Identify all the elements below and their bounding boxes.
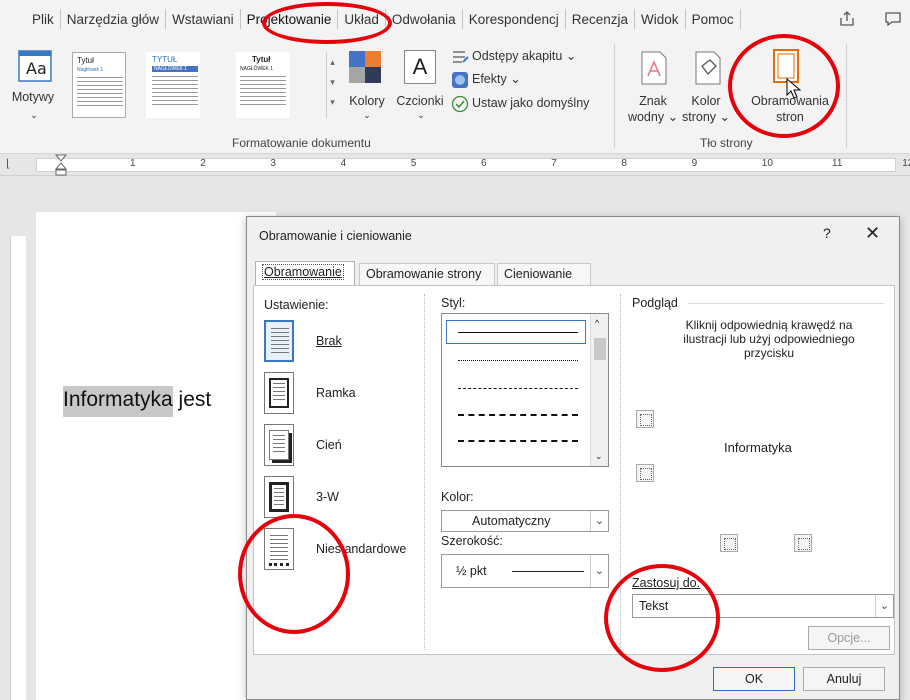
setting-shadow-icon[interactable] <box>264 424 294 466</box>
style-thumb-2[interactable]: TYTUŁ NAGŁÓWEK 1 <box>146 52 200 118</box>
ruler-number: 4 <box>340 158 347 169</box>
ruler-number: 11 <box>832 158 843 169</box>
preview-hint: Kliknij odpowiednią krawędź na ilustracj… <box>683 318 855 360</box>
themes-dropdown-icon[interactable]: ⌄ <box>24 108 44 123</box>
tab-review[interactable]: Recenzja <box>568 12 632 27</box>
tab-view[interactable]: Widok <box>637 12 683 27</box>
setting-3d-icon[interactable] <box>264 476 294 518</box>
tab-insert[interactable]: Wstawiani <box>168 12 238 27</box>
setting-shadow[interactable]: Cień <box>316 438 342 452</box>
themes-label: Motywy <box>11 90 55 104</box>
tab-tools[interactable]: Narzędzia głów <box>63 12 163 27</box>
style-listbox[interactable]: ^ ⌄ <box>441 313 609 467</box>
ruler-number: 3 <box>270 158 276 169</box>
close-button[interactable]: ✕ <box>865 223 880 244</box>
options-button[interactable]: Opcje... <box>808 626 890 650</box>
tab-mailings[interactable]: Korespondencj <box>465 12 563 27</box>
fonts-label[interactable]: Czcionki <box>392 94 448 109</box>
page-color-label-2[interactable]: strony ⌄ <box>676 110 736 125</box>
preview-top-border-button[interactable] <box>636 410 654 428</box>
styles-gallery-scroll[interactable]: ▴ ▾ ▾ <box>326 52 338 118</box>
preview-bottom-border-button[interactable] <box>636 464 654 482</box>
style-scrollbar[interactable]: ^ ⌄ <box>590 314 608 466</box>
document-page[interactable] <box>36 212 276 700</box>
width-combo[interactable]: ½ pkt ⌄ <box>441 554 609 588</box>
ruler-number: 5 <box>410 158 417 169</box>
borders-shading-dialog: Obramowanie i cieniowanie ? ✕ Obramowani… <box>246 216 900 700</box>
ruler-number: 12 <box>902 158 910 169</box>
comment-icon[interactable] <box>884 10 902 28</box>
tab-borders[interactable]: Obramowanie <box>255 261 355 286</box>
horizontal-ruler[interactable]: ⌊ 123456789101112 <box>0 154 910 176</box>
style-thumb-1[interactable]: Tytuł Nagłówek 1 <box>72 52 126 118</box>
watermark-icon[interactable] <box>640 50 668 86</box>
cancel-button[interactable]: Anuluj <box>803 667 885 691</box>
help-button[interactable]: ? <box>823 225 831 241</box>
ruler-number: 10 <box>761 158 773 169</box>
preview-text[interactable]: Informatyka <box>724 440 792 455</box>
effects-button[interactable]: Efekty ⌄ <box>472 72 521 87</box>
tab-shading[interactable]: Cieniowanie <box>497 263 591 285</box>
colors-icon[interactable] <box>348 50 382 84</box>
group-label-page-background: Tło strony <box>700 136 753 150</box>
colors-label[interactable]: Kolory <box>344 94 390 109</box>
tab-references[interactable]: Odwołania <box>388 12 460 27</box>
ok-button[interactable]: OK <box>713 667 795 691</box>
selected-word[interactable]: Informatyka <box>63 386 173 417</box>
page-color-label-1[interactable]: Kolor <box>676 94 736 109</box>
themes-icon[interactable]: Aa <box>18 50 52 82</box>
indent-marker-icon[interactable] <box>54 154 68 176</box>
document-text[interactable]: Informatyka jest <box>63 386 212 417</box>
share-icon[interactable] <box>838 10 856 28</box>
borders-tab-panel: Ustawienie: Brak Ramka Cień 3-W Niestand… <box>253 285 895 655</box>
ruler-number: 7 <box>551 158 557 169</box>
setting-box[interactable]: Ramka <box>316 386 356 400</box>
color-combo[interactable]: Automatyczny ⌄ <box>441 510 609 532</box>
dialog-title: Obramowanie i cieniowanie <box>259 229 412 243</box>
group-label-document-formatting: Formatowanie dokumentu <box>232 136 371 150</box>
style-label: Styl: <box>441 296 466 310</box>
setting-box-icon[interactable] <box>264 372 294 414</box>
ribbon-tab-bar: Plik Narzędzia głów Wstawiani Projektowa… <box>0 0 910 38</box>
checkmark-circle-icon <box>451 95 469 113</box>
annotation-circle-design-tab <box>262 2 392 44</box>
annotation-circle-page-borders <box>728 34 840 138</box>
ruler-number: 2 <box>200 158 206 169</box>
tab-file[interactable]: Plik <box>28 12 58 27</box>
style-thumb-3[interactable]: Tytuł NAGŁÓWEK 1 <box>236 52 290 118</box>
fonts-icon[interactable]: A <box>404 50 436 84</box>
document-text-rest: jest <box>172 388 212 411</box>
fonts-dropdown-icon[interactable]: ⌄ <box>414 108 428 123</box>
setting-3d[interactable]: 3-W <box>316 490 339 504</box>
preview-label: Podgląd <box>632 296 678 310</box>
colors-dropdown-icon[interactable]: ⌄ <box>360 108 374 123</box>
ruler-number: 8 <box>621 158 627 169</box>
setting-none[interactable]: Brak <box>316 334 342 348</box>
annotation-circle-custom-setting <box>238 514 350 634</box>
color-label: Kolor: <box>441 490 474 504</box>
ruler-number: 1 <box>130 158 136 169</box>
effects-icon <box>452 72 468 88</box>
annotation-circle-apply-to <box>604 564 720 672</box>
tab-page-border[interactable]: Obramowanie strony <box>359 263 495 285</box>
paragraph-spacing-icon <box>453 51 469 63</box>
tab-selector-icon[interactable]: ⌊ <box>6 157 10 170</box>
paragraph-spacing-button[interactable]: Odstępy akapitu ⌄ <box>472 49 576 64</box>
svg-text:Aa: Aa <box>26 59 47 78</box>
vertical-ruler[interactable] <box>10 236 26 700</box>
ruler-number: 9 <box>691 158 698 169</box>
set-as-default-button[interactable]: Ustaw jako domyślny <box>472 96 589 111</box>
ruler-number: 6 <box>481 158 487 169</box>
tab-help[interactable]: Pomoc <box>688 12 738 27</box>
preview-right-border-button[interactable] <box>794 534 812 552</box>
page-color-icon[interactable] <box>694 50 722 86</box>
setting-none-icon[interactable] <box>264 320 294 362</box>
preview-left-border-button[interactable] <box>720 534 738 552</box>
width-label: Szerokość: <box>441 534 503 548</box>
setting-label: Ustawienie: <box>264 298 329 312</box>
